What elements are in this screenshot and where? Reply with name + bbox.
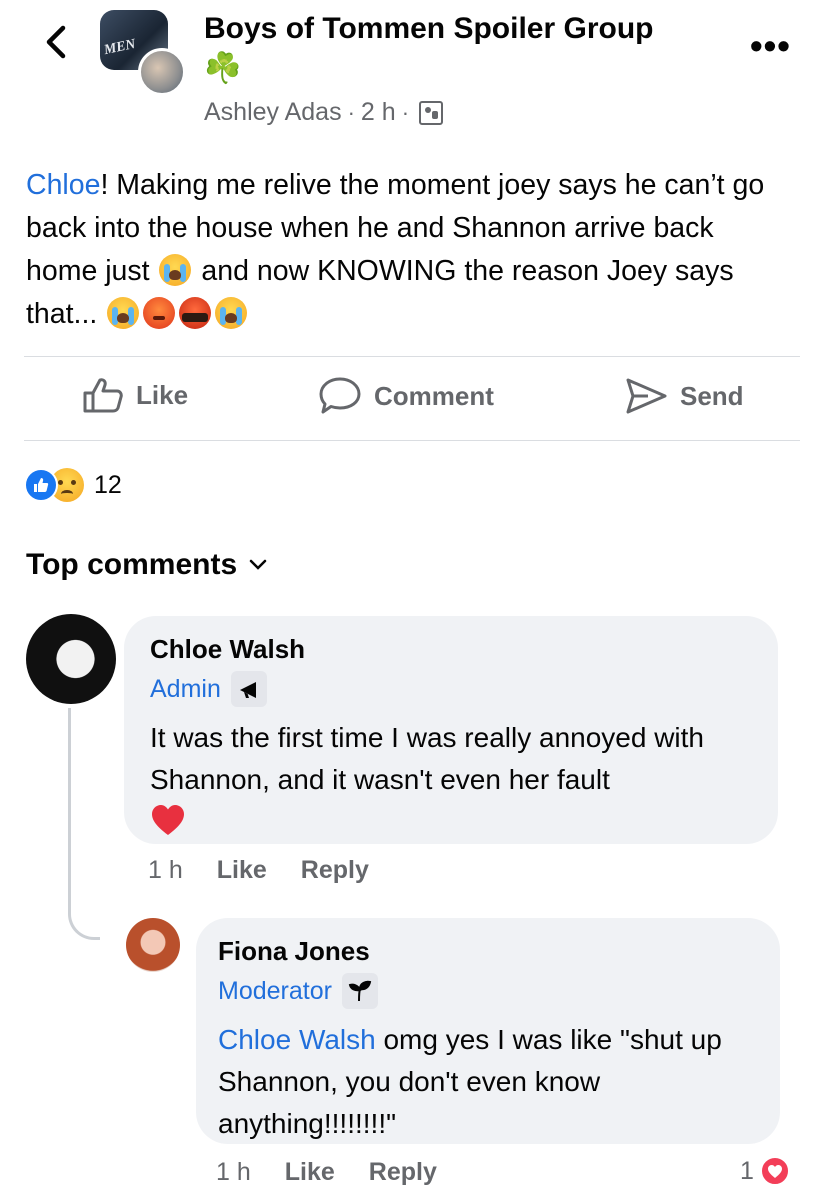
reaction-count: 12: [94, 470, 122, 499]
post-mention[interactable]: Chloe: [26, 169, 100, 201]
comment-author[interactable]: Chloe Walsh: [150, 634, 752, 665]
crying-emoji-icon: [159, 254, 192, 286]
moderator-sprout-icon: [341, 973, 378, 1009]
group-name[interactable]: Boys of Tommen Spoiler Group: [204, 12, 653, 46]
thread-line: [68, 708, 100, 940]
comment-bubble: Chloe Walsh Admin It was the first time …: [124, 616, 778, 844]
role-label[interactable]: Moderator: [218, 977, 332, 1006]
comment-icon: [319, 377, 361, 414]
comment-text: It was the first time I was really annoy…: [150, 722, 704, 795]
love-reaction-icon: [759, 1156, 790, 1186]
reply-reaction-summary[interactable]: 1: [740, 1156, 790, 1186]
send-button[interactable]: Send: [624, 376, 744, 416]
post-time[interactable]: 2 h: [361, 98, 396, 127]
more-icon: •••: [750, 25, 791, 66]
reply-time[interactable]: 1 h: [216, 1158, 251, 1187]
divider: [24, 356, 800, 357]
group-privacy-icon: [419, 100, 444, 125]
author-name[interactable]: Ashley Adas: [204, 98, 342, 127]
back-button[interactable]: [36, 22, 76, 62]
reply-reaction-count: 1: [740, 1156, 754, 1185]
more-options-button[interactable]: •••: [750, 28, 791, 64]
crying-emoji-icon: [107, 297, 140, 329]
role-label[interactable]: Admin: [150, 675, 221, 704]
send-label: Send: [680, 380, 744, 411]
reply-actions: 1 h Like Reply: [216, 1158, 437, 1187]
meta-separator: ·: [401, 99, 410, 125]
send-icon: [626, 378, 667, 414]
reply-like-button[interactable]: Like: [285, 1158, 335, 1187]
top-comments-label: Top comments: [26, 548, 238, 581]
reply-text: Chloe Walsh omg yes I was like "shut up …: [218, 1019, 754, 1145]
like-label: Like: [136, 379, 189, 410]
group-name-emoji: ☘️: [204, 52, 242, 85]
post-text: Chloe! Making me relive the moment joey …: [26, 164, 786, 336]
comment-time[interactable]: 1 h: [148, 856, 183, 885]
like-button[interactable]: Like: [82, 376, 188, 414]
comment-actions: 1 h Like Reply: [148, 856, 369, 885]
comment-like-button[interactable]: Like: [217, 856, 267, 885]
heart-icon: [152, 805, 184, 835]
comment-label: Comment: [374, 380, 494, 411]
top-comments-dropdown[interactable]: Top comments: [26, 548, 267, 582]
angry-emoji-icon: [143, 297, 176, 329]
comment-button[interactable]: Comment: [318, 376, 494, 416]
divider: [24, 440, 800, 441]
meta-separator: ·: [347, 99, 355, 125]
reply-mention[interactable]: Chloe Walsh: [218, 1024, 376, 1055]
post-meta: Ashley Adas · 2 h ·: [204, 98, 444, 127]
cursing-emoji-icon: [179, 297, 212, 329]
reply-author[interactable]: Fiona Jones: [218, 936, 754, 967]
poster-avatar[interactable]: [138, 48, 186, 96]
role-badge: Admin: [150, 671, 752, 707]
role-badge: Moderator: [218, 973, 754, 1009]
comment-reply-button[interactable]: Reply: [301, 856, 369, 885]
like-icon: [83, 378, 123, 413]
commenter-avatar[interactable]: [26, 614, 116, 704]
crying-emoji-icon: [215, 297, 248, 329]
reply-bubble: Fiona Jones Moderator Chloe Walsh omg ye…: [196, 918, 780, 1144]
reply-avatar[interactable]: [126, 918, 180, 972]
group-avatar-text: MEN: [102, 36, 138, 59]
chevron-down-icon: [249, 559, 267, 570]
like-reaction-icon: [24, 468, 58, 502]
admin-megaphone-icon: [230, 671, 267, 707]
reactions-summary[interactable]: 12: [24, 468, 122, 502]
back-chevron-icon: [46, 25, 66, 59]
reply-reply-button[interactable]: Reply: [369, 1158, 437, 1187]
